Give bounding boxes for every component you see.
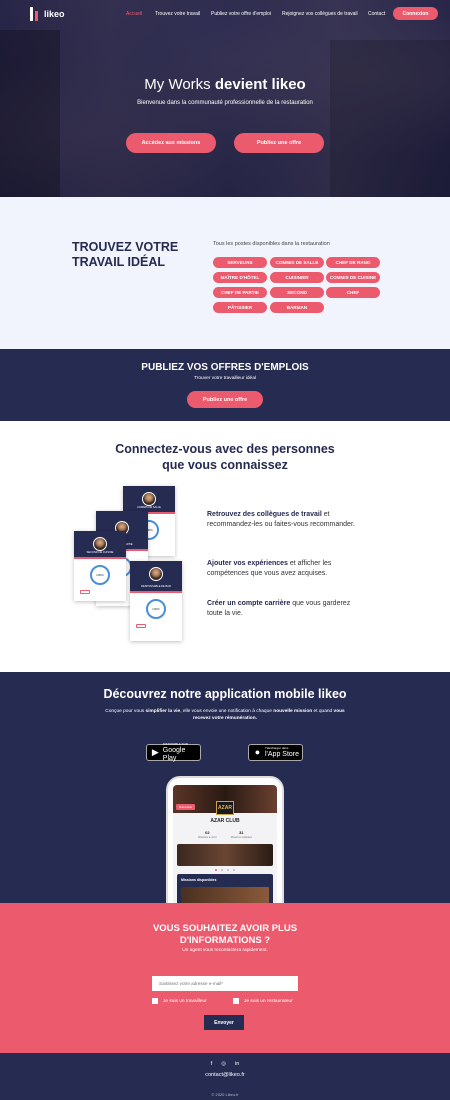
- app-title: Découvrez notre application mobile likeo: [103, 687, 347, 701]
- logo[interactable]: likeo: [30, 7, 65, 21]
- apple-icon: ●: [254, 747, 261, 757]
- find-subtitle: Tous les postes disponibles dans la rest…: [213, 241, 330, 247]
- connect-section: Connectez-vous avec des personnes que vo…: [0, 421, 450, 672]
- tag-commis-de-salle[interactable]: COMMIS DE SALLE: [270, 257, 324, 268]
- app-description: Conçue pour vous simplifier la vie, elle…: [105, 709, 345, 721]
- email-field[interactable]: [152, 976, 298, 991]
- contact-title: VOUS SOUHAITEZ AVOIR PLUS D'INFORMATIONS …: [152, 923, 298, 946]
- facebook-icon[interactable]: f: [211, 1061, 213, 1067]
- publish-subtitle: Trouver votre travailleur idéal: [194, 376, 256, 381]
- nav-link-contact[interactable]: Contact: [368, 11, 385, 17]
- club-name: AZAR CLUB: [210, 818, 240, 824]
- checkbox[interactable]: [152, 998, 158, 1004]
- avatar: [142, 492, 156, 506]
- hero-section: My Works devient likeo Bienvenue dans la…: [0, 0, 450, 197]
- profile-card: SECOND DE CUISINE 100%: [74, 531, 126, 601]
- contact-section: VOUS SOUHAITEZ AVOIR PLUS D'INFORMATIONS …: [0, 903, 450, 1053]
- phone-mockup: Suivi Azar AZAR AZAR CLUB 02 Missions à v…: [166, 776, 284, 903]
- publish-offer-button[interactable]: Publiez une offre: [234, 133, 324, 153]
- nav-link-trouvez[interactable]: Trouvez votre travail: [155, 11, 200, 17]
- carousel-dots: [173, 869, 277, 871]
- stat-done: 31 Missions réalisées: [230, 830, 252, 839]
- logo-icon: [30, 7, 40, 21]
- checkbox-worker[interactable]: Je suis un travailleur: [152, 998, 207, 1004]
- nav-link-publiez[interactable]: Publiez votre offre d'emploi: [211, 11, 271, 17]
- contact-subtitle: Un agent vous recontactera rapidement.: [182, 948, 268, 953]
- find-job-section: TROUVEZ VOTRE TRAVAIL IDÉAL Tous les pos…: [0, 197, 450, 349]
- feature-colleagues: Retrouvez des collègues de travail et re…: [207, 511, 355, 528]
- linkedin-icon[interactable]: in: [235, 1061, 239, 1067]
- tag-chef-de-rang[interactable]: CHEF DE RANG: [326, 257, 380, 268]
- tag-serveurs[interactable]: SERVEURS: [213, 257, 267, 268]
- top-nav: likeo Accueil Trouvez votre travail Publ…: [0, 0, 450, 28]
- phone-screen: Suivi Azar AZAR AZAR CLUB 02 Missions à v…: [173, 785, 277, 903]
- tag-barman[interactable]: BARMAN: [270, 302, 324, 313]
- venue-photo: [177, 844, 273, 866]
- checkbox[interactable]: [233, 998, 239, 1004]
- google-play-badge[interactable]: ▶ DISPONIBLE SUR Google Play: [146, 742, 201, 762]
- stat-upcoming: 02 Missions à venir: [198, 830, 217, 839]
- club-logo: AZAR: [216, 801, 234, 815]
- instagram-icon[interactable]: ◎: [221, 1061, 226, 1067]
- profile-card: RESPONSABLE DE BAR 100%: [130, 561, 182, 641]
- avatar: [93, 537, 107, 551]
- social-links: f ◎ in: [0, 1061, 450, 1067]
- feature-career-account: Créer un compte carrière que vous garder…: [207, 600, 351, 617]
- login-button[interactable]: Connexion: [393, 7, 438, 20]
- hero-bg-shade: [330, 40, 450, 197]
- nav-link-accueil[interactable]: Accueil: [126, 11, 142, 17]
- hero-title: My Works devient likeo: [144, 76, 306, 93]
- footer-email[interactable]: contact@likeo.fr: [0, 1072, 450, 1078]
- nav-link-rejoignez[interactable]: Rejoignez vos collègues de travail: [282, 11, 358, 17]
- find-title: TROUVEZ VOTRE TRAVAIL IDÉAL: [72, 240, 179, 269]
- connect-title: Connectez-vous avec des personnes que vo…: [115, 442, 335, 472]
- tag-chef-de-partie[interactable]: CHEF DE PARTIE: [213, 287, 267, 298]
- tag-cuisinier[interactable]: CUISINIER: [270, 272, 324, 283]
- tag-maitre-d-hotel[interactable]: MAÎTRE D'HÔTEL: [213, 272, 267, 283]
- play-icon: ▶: [151, 747, 159, 757]
- follow-badge: Suivi Azar: [176, 804, 196, 810]
- publish-offer-button-2[interactable]: Publiez une offre: [187, 391, 263, 408]
- submit-button[interactable]: Envoyer: [204, 1015, 244, 1030]
- footer: f ◎ in contact@likeo.fr © 2020 Likeo.fr: [0, 1053, 450, 1100]
- publish-section: PUBLIEZ VOS OFFRES D'EMPLOIS Trouver vot…: [0, 349, 450, 421]
- logo-text: likeo: [44, 9, 65, 19]
- checkbox-restaurant[interactable]: Je suis un restaurateur: [233, 998, 293, 1004]
- tag-chef[interactable]: CHEF: [326, 287, 380, 298]
- tag-patissier[interactable]: PÂTISSIER: [213, 302, 267, 313]
- access-missions-button[interactable]: Accédez aux missions: [126, 133, 216, 153]
- app-store-badge[interactable]: ● Télécharger dans l'App Store: [248, 744, 303, 761]
- copyright: © 2020 Likeo.fr: [211, 1092, 239, 1097]
- tag-second[interactable]: SECOND: [270, 287, 324, 298]
- hero-bg-shade: [0, 30, 60, 197]
- hero-subtitle: Bienvenue dans la communauté professionn…: [137, 100, 313, 106]
- publish-title: PUBLIEZ VOS OFFRES D'EMPLOIS: [141, 362, 309, 373]
- mobile-app-section: Découvrez notre application mobile likeo…: [0, 672, 450, 903]
- feature-experiences: Ajouter vos expériences et afficher les …: [207, 560, 332, 577]
- missions-card: Missions disponibles: [177, 874, 273, 903]
- tag-commis-de-cuisine[interactable]: COMMIS DE CUISINE: [326, 272, 380, 283]
- avatar: [149, 567, 163, 581]
